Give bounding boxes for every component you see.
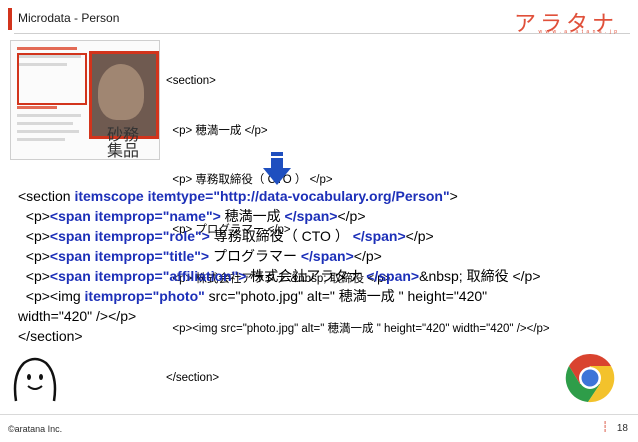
page-number: 18 <box>616 423 628 434</box>
footer-divider <box>0 414 638 415</box>
slide-header: Microdata - Person アラタナ w w w . a r a t … <box>0 0 638 37</box>
footer-separator: ┆ <box>601 422 608 433</box>
slide-title: Microdata - Person <box>18 11 120 25</box>
code-line: <section> <box>166 75 216 87</box>
seal-stamp: 砂務 集品 <box>107 125 140 160</box>
code-line: <p><span itemprop="affiliation"> 株式会社アラタ… <box>18 268 541 284</box>
microdata-code: <section itemscope itemtype="http://data… <box>18 186 630 346</box>
down-arrow-icon <box>263 152 291 185</box>
company-logo: アラタナ w w w . a r a t a n a . j p <box>508 6 618 37</box>
code-line: </section> <box>166 372 220 384</box>
code-line: <p><span itemprop="role"> 専務取締役（ CTO ） <… <box>18 228 434 244</box>
slide-footer: ©aratana Inc. ┆ 18 <box>0 414 638 442</box>
code-line: <p> 穂満一成 </p> <box>166 124 268 137</box>
copyright-text: ©aratana Inc. <box>8 424 63 434</box>
chrome-icon <box>565 353 615 403</box>
logo-subtext: w w w . a r a t a n a . j p <box>538 29 618 35</box>
header-accent-bar <box>8 8 12 30</box>
code-line: <section itemscope itemtype="http://data… <box>18 188 458 204</box>
code-line: </section> <box>18 328 83 344</box>
webpage-screenshot: 砂務 集品 <box>10 40 160 160</box>
code-line: width="420" /></p> <box>18 308 137 324</box>
code-line: <p><img itemprop="photo" src="photo.jpg"… <box>18 288 488 304</box>
smiley-face-icon <box>13 357 57 402</box>
code-line: <p><span itemprop="name"> 穂満一成 </span></… <box>18 208 366 224</box>
screenshot-highlight-box <box>17 53 87 105</box>
code-line: <p><span itemprop="title"> プログラマー </span… <box>18 248 382 264</box>
